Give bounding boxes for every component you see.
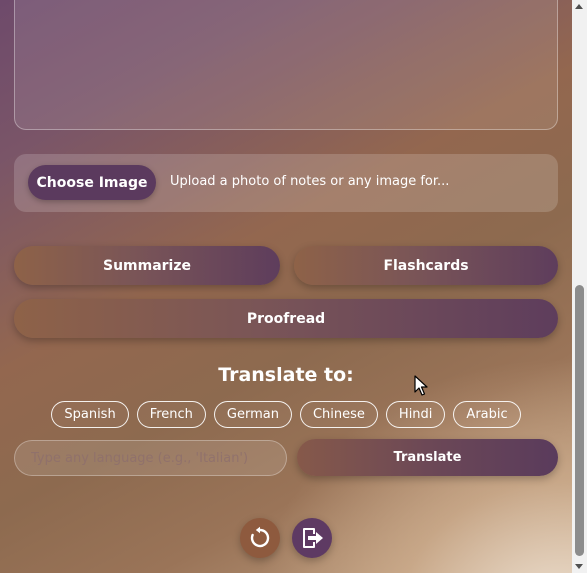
refresh-icon: [250, 526, 270, 548]
image-upload-bar: Choose Image Upload a photo of notes or …: [14, 154, 558, 212]
language-chip-chinese[interactable]: Chinese: [299, 401, 378, 428]
language-chip-german[interactable]: German: [213, 401, 292, 428]
summarize-button[interactable]: Summarize: [14, 246, 280, 285]
scroll-up-arrow-icon[interactable]: [575, 4, 583, 9]
export-icon: [303, 528, 323, 548]
text-input-area[interactable]: [14, 0, 558, 130]
language-input[interactable]: [14, 440, 287, 476]
mouse-cursor-icon: [414, 375, 428, 401]
proofread-button[interactable]: Proofread: [14, 299, 558, 338]
upload-hint: Upload a photo of notes or any image for…: [170, 174, 450, 189]
language-chip-arabic[interactable]: Arabic: [453, 401, 521, 428]
scroll-down-arrow-icon[interactable]: [575, 564, 583, 569]
flashcards-button[interactable]: Flashcards: [294, 246, 558, 285]
language-chip-french[interactable]: French: [136, 401, 206, 428]
scrollbar-thumb[interactable]: [575, 285, 584, 556]
language-chips: Spanish French German Chinese Hindi Arab…: [0, 401, 572, 428]
scrollbar[interactable]: [572, 0, 587, 573]
reset-button[interactable]: [240, 518, 280, 558]
language-chip-spanish[interactable]: Spanish: [51, 401, 129, 428]
translate-heading: Translate to:: [218, 364, 354, 386]
choose-image-button[interactable]: Choose Image: [28, 165, 156, 200]
export-button[interactable]: [292, 518, 332, 558]
language-chip-hindi[interactable]: Hindi: [385, 401, 446, 428]
translate-button[interactable]: Translate: [297, 439, 558, 476]
